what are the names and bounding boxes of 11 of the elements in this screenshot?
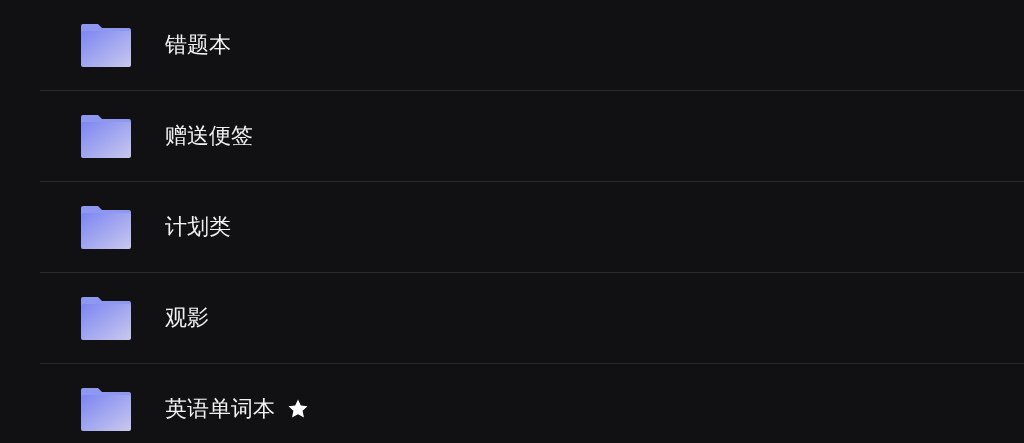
- folder-name[interactable]: 计划类: [165, 212, 231, 242]
- folder-icon: [81, 205, 131, 249]
- folder-name[interactable]: 英语单词本: [165, 394, 275, 424]
- folder-name[interactable]: 赠送便签: [165, 121, 253, 151]
- folder-icon: [81, 114, 131, 158]
- folder-name[interactable]: 错题本: [165, 30, 231, 60]
- folder-name[interactable]: 观影: [165, 303, 209, 333]
- folder-icon: [81, 387, 131, 431]
- folder-icon: [81, 23, 131, 67]
- folder-icon: [81, 296, 131, 340]
- star-icon: [287, 398, 309, 420]
